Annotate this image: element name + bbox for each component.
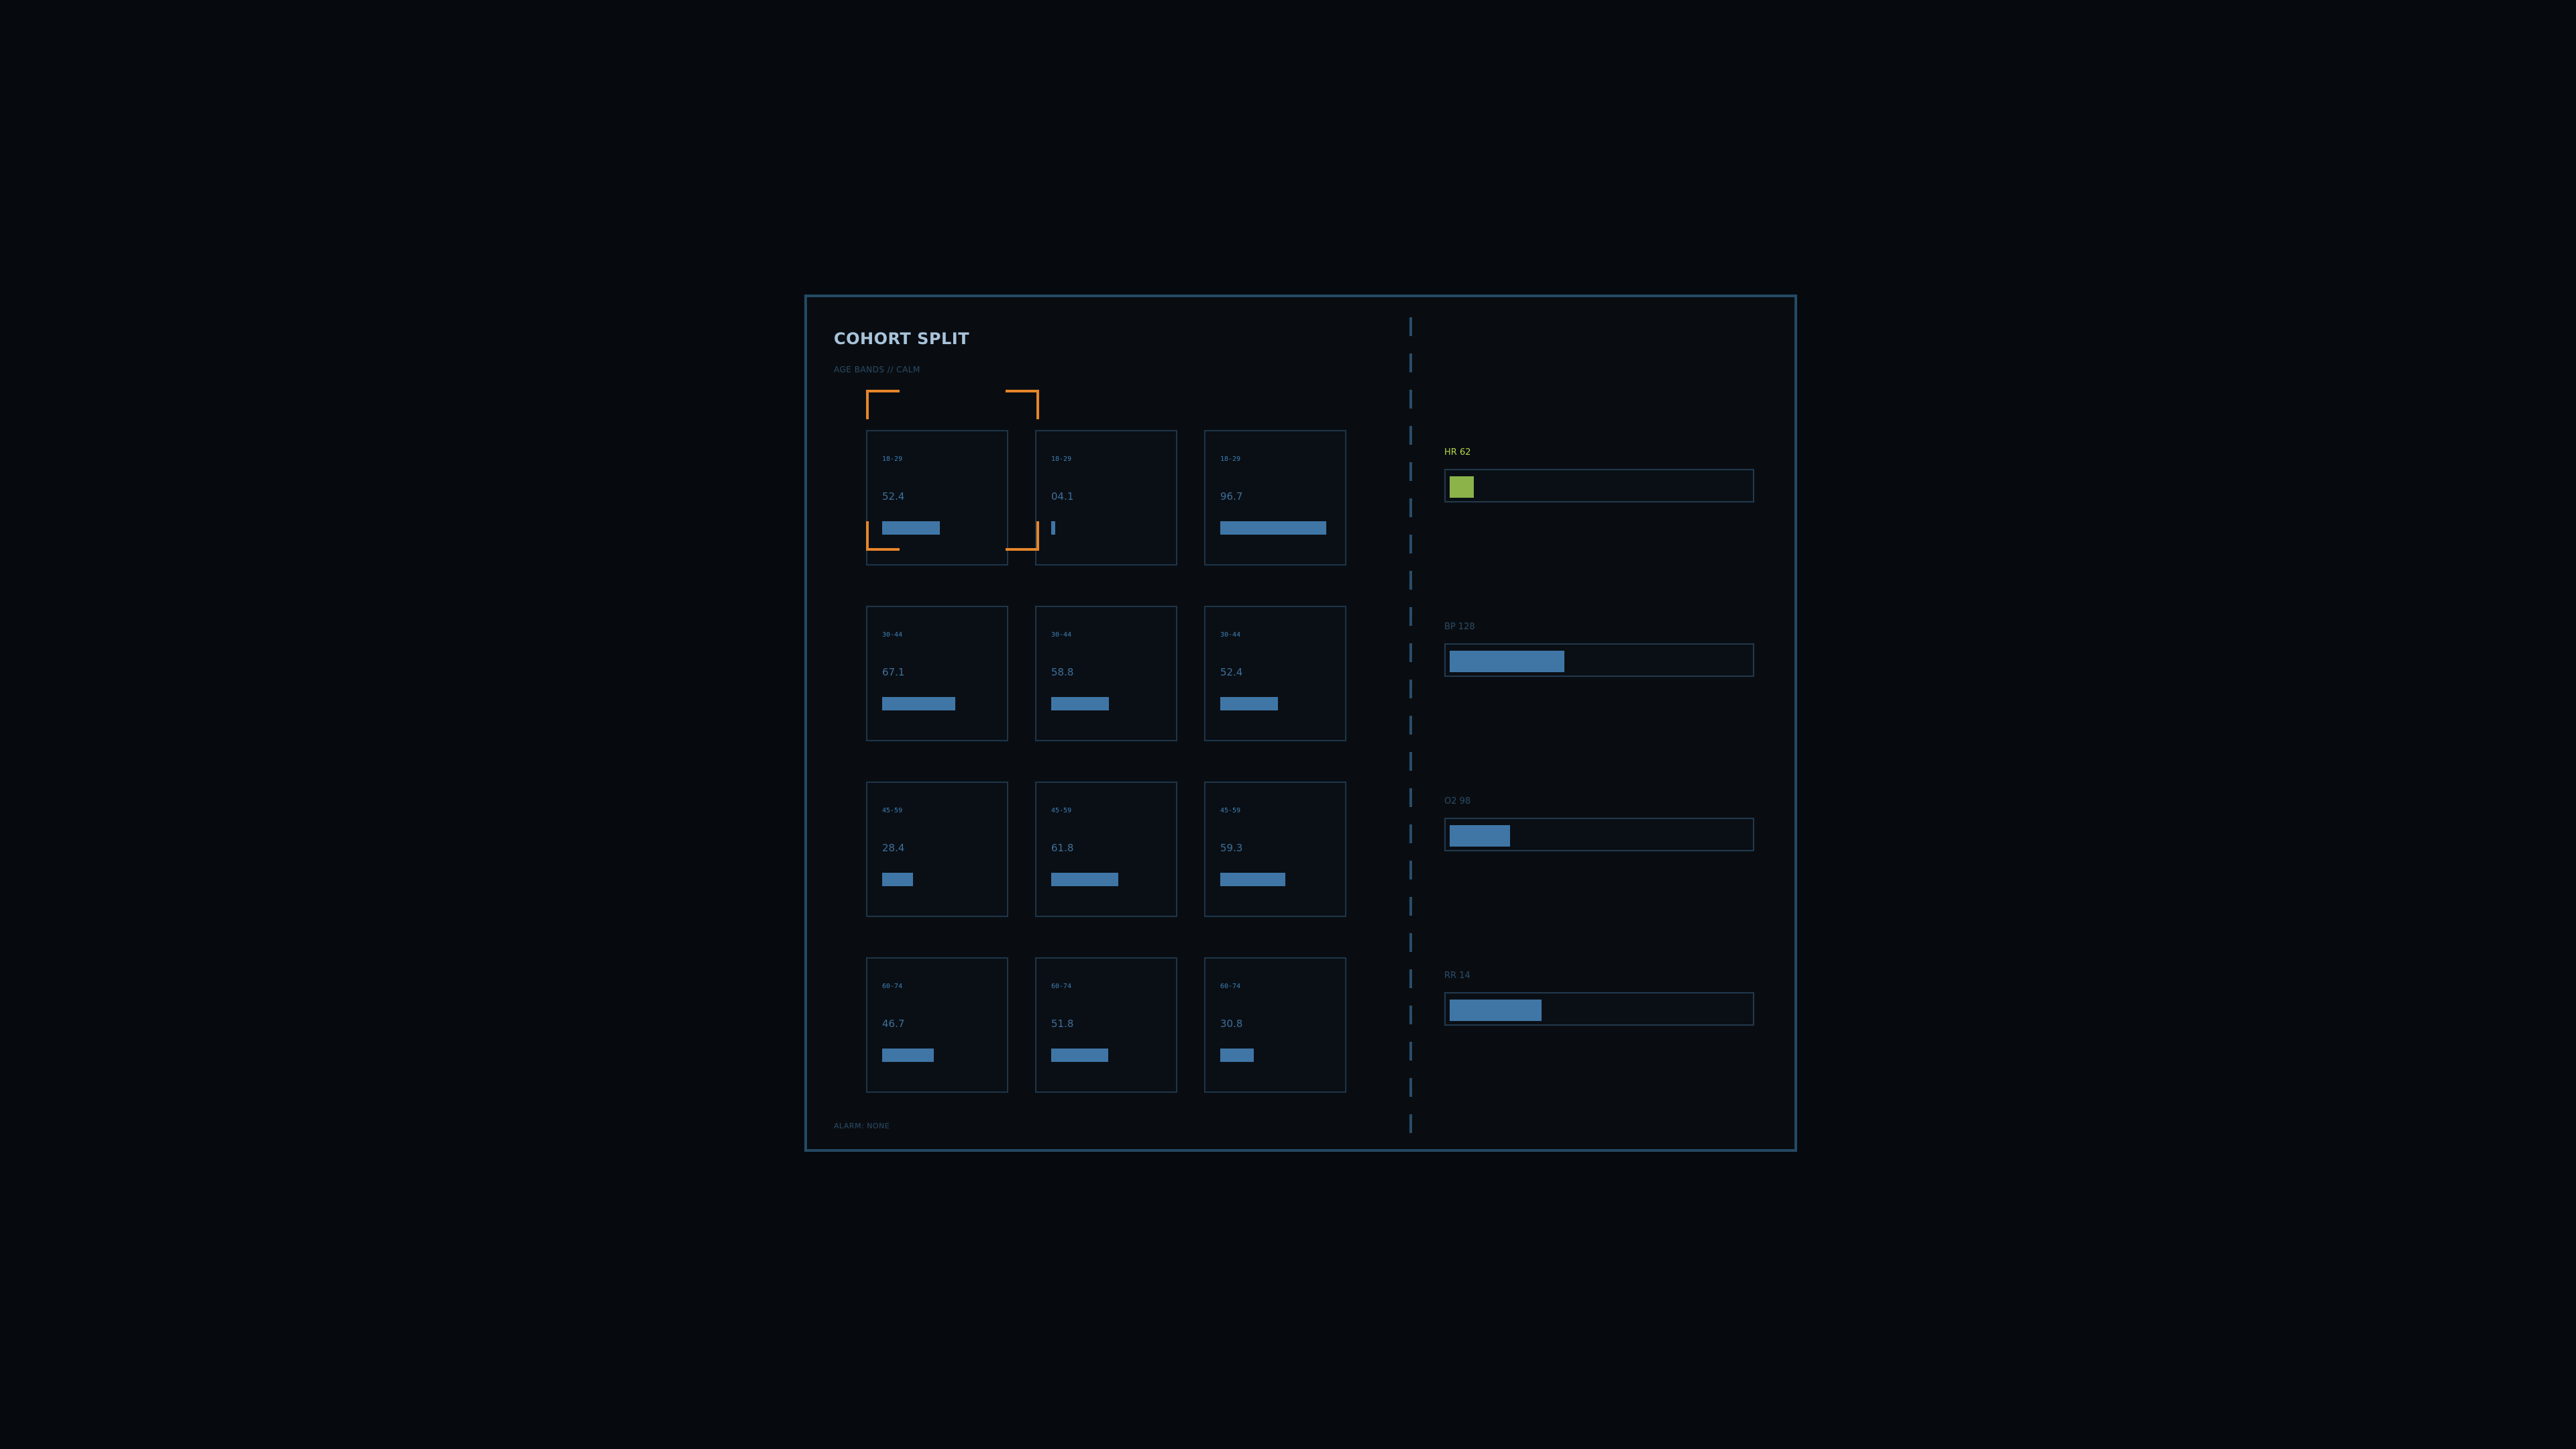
metric-bar-track[interactable] [1444,818,1754,851]
metric-label: BP 128 [1444,622,1475,632]
cohort-card-45-59-3[interactable]: 45-59 59.3 [1204,782,1346,917]
metric-label: RR 14 [1444,971,1470,981]
cohort-card-bar [1051,1049,1108,1062]
cohort-card-45-59-2[interactable]: 45-59 61.8 [1035,782,1177,917]
cohort-card-60-74-2[interactable]: 60-74 51.8 [1035,957,1177,1093]
cohort-card-30-44-3[interactable]: 30-44 52.4 [1204,606,1346,741]
metric-label: HR 62 [1444,447,1471,458]
panel-subtitle: AGE BANDS // CALM [834,365,920,374]
metric-bar-fill [1450,825,1510,847]
alarm-status: ALARM: NONE [834,1122,890,1130]
cohort-card-label: 60-74 [882,983,903,990]
cohort-card-bar [882,697,955,710]
cohort-card-60-74-3[interactable]: 60-74 30.8 [1204,957,1346,1093]
bracket-corner [1006,390,1039,419]
cohort-card-label: 60-74 [1220,983,1241,990]
cohort-card-value: 30.8 [1220,1018,1243,1030]
cohort-card-label: 45-59 [1220,807,1241,814]
cohort-card-bar [1051,521,1055,535]
metric-bar-track[interactable] [1444,643,1754,677]
bracket-corner [866,390,900,419]
cohort-card-label: 18-29 [882,455,903,463]
cohort-card-value: 67.1 [882,666,905,678]
panel-divider [1409,317,1412,1136]
cohort-card-45-59-1[interactable]: 45-59 28.4 [866,782,1008,917]
cohort-card-value: 61.8 [1051,842,1074,854]
metric-bar-fill [1450,476,1474,498]
cohort-card-bar [1220,697,1278,710]
cohort-card-label: 45-59 [882,807,903,814]
cohort-card-value: 96.7 [1220,490,1243,502]
cohort-card-value: 52.4 [882,490,905,502]
cohort-card-label: 30-44 [1220,631,1241,639]
cohort-card-value: 58.8 [1051,666,1074,678]
cohort-panel: COHORT SPLIT AGE BANDS // CALM 18-29 52.4… [804,294,1797,1152]
cohort-card-label: 30-44 [882,631,903,639]
cohort-card-18-29-2[interactable]: 18-29 04.1 [1035,430,1177,566]
cohort-card-label: 45-59 [1051,807,1072,814]
cohort-card-bar [1220,1049,1254,1062]
bracket-corner [1006,521,1039,551]
cohort-card-18-29-3[interactable]: 18-29 96.7 [1204,430,1346,566]
cohort-card-bar [1051,873,1118,886]
cohort-card-30-44-2[interactable]: 30-44 58.8 [1035,606,1177,741]
metric-bar-fill [1450,1000,1542,1021]
cohort-card-value: 28.4 [882,842,905,854]
cohort-card-value: 46.7 [882,1018,905,1030]
cohort-card-bar [1220,521,1326,535]
cohort-card-value: 04.1 [1051,490,1074,502]
cohort-card-value: 51.8 [1051,1018,1074,1030]
cohort-card-label: 18-29 [1220,455,1241,463]
cohort-card-bar [882,521,940,535]
cohort-card-label: 30-44 [1051,631,1072,639]
metric-bar-fill [1450,651,1564,672]
cohort-card-18-29-1[interactable]: 18-29 52.4 [866,430,1008,566]
metric-bar-track[interactable] [1444,469,1754,502]
metric-bar-track[interactable] [1444,992,1754,1026]
cohort-card-label: 60-74 [1051,983,1072,990]
cohort-card-value: 59.3 [1220,842,1243,854]
metric-label: O2 98 [1444,796,1471,806]
cohort-card-60-74-1[interactable]: 60-74 46.7 [866,957,1008,1093]
cohort-card-bar [882,1049,934,1062]
cohort-card-bar [1051,697,1109,710]
panel-title: COHORT SPLIT [834,329,970,348]
cohort-card-bar [1220,873,1285,886]
cohort-card-30-44-1[interactable]: 30-44 67.1 [866,606,1008,741]
cohort-card-label: 18-29 [1051,455,1072,463]
cohort-card-value: 52.4 [1220,666,1243,678]
cohort-card-bar [882,873,913,886]
